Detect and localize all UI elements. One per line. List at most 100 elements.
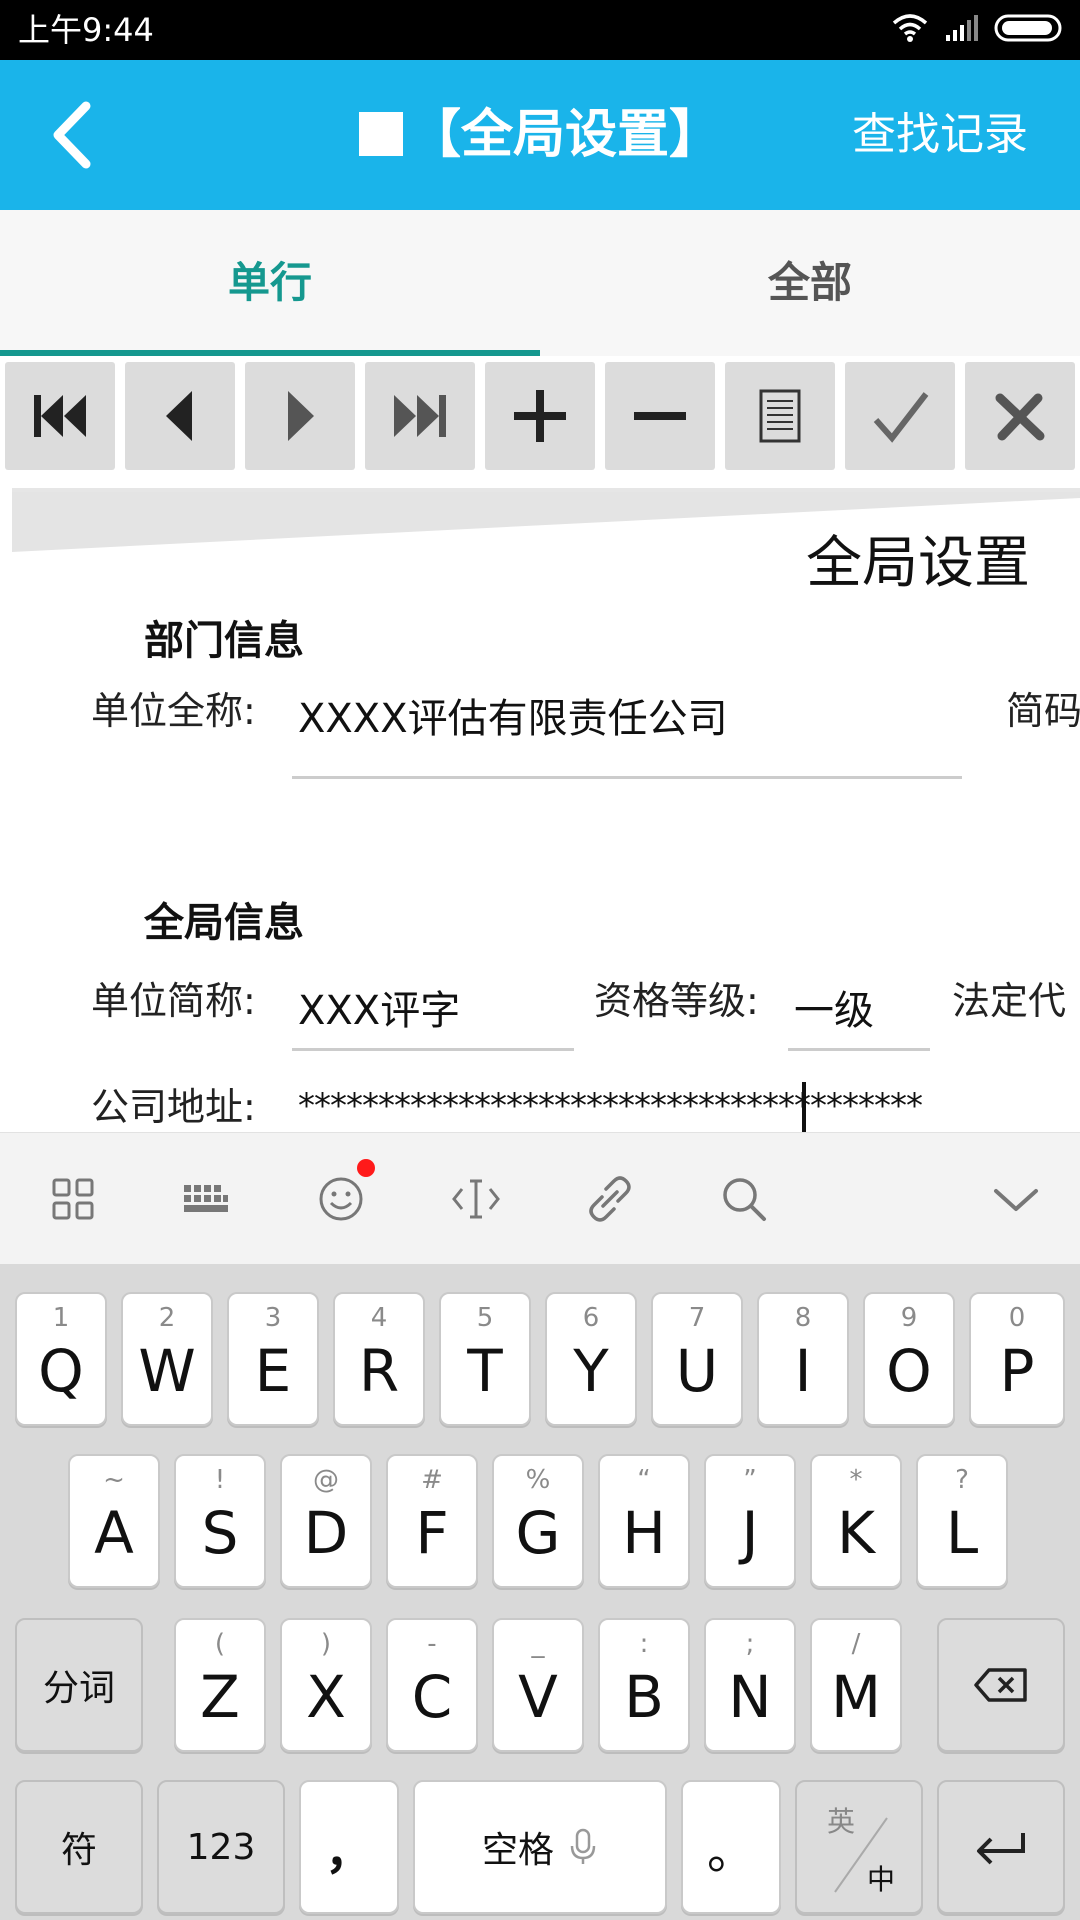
plus-icon bbox=[514, 390, 566, 442]
numeric-key[interactable]: 123 bbox=[157, 1780, 285, 1914]
key-l[interactable]: ? L bbox=[916, 1454, 1008, 1588]
add-record-button[interactable] bbox=[485, 362, 595, 470]
section-dept-info: 部门信息 bbox=[144, 618, 304, 664]
confirm-button[interactable] bbox=[845, 362, 955, 470]
key-hint: : bbox=[639, 1629, 649, 1659]
first-record-button[interactable] bbox=[5, 362, 115, 470]
key-b[interactable]: :B bbox=[598, 1618, 690, 1752]
key-g[interactable]: % G bbox=[492, 1454, 584, 1588]
key-i[interactable]: 8I bbox=[757, 1292, 849, 1426]
key-n[interactable]: ; N bbox=[704, 1618, 796, 1752]
last-record-button[interactable] bbox=[365, 362, 475, 470]
space-key-content: 空格 bbox=[415, 1782, 665, 1912]
key-t[interactable]: 5T bbox=[439, 1292, 531, 1426]
collapse-icon bbox=[994, 1189, 1038, 1211]
key-label: 123 bbox=[186, 1826, 256, 1868]
key-hint: 1 bbox=[52, 1303, 70, 1333]
key-y[interactable]: 6Y bbox=[545, 1292, 637, 1426]
key-label: W bbox=[138, 1337, 196, 1405]
language-toggle-key[interactable]: 英 中 bbox=[795, 1780, 923, 1914]
key-label: V bbox=[518, 1663, 558, 1731]
tab-bar: 单行 全部 bbox=[0, 210, 1080, 356]
address-field[interactable]: *************************************** bbox=[298, 1086, 923, 1126]
key-hint: ! bbox=[214, 1465, 226, 1495]
key-label: D bbox=[303, 1499, 349, 1567]
unit-short-field[interactable]: XXX评字 bbox=[298, 978, 460, 1036]
collapse-keyboard-button[interactable] bbox=[988, 1171, 1044, 1227]
key-hint: ” bbox=[743, 1465, 757, 1495]
key-r[interactable]: 4R bbox=[333, 1292, 425, 1426]
record-toolbar bbox=[0, 356, 1080, 472]
cancel-button[interactable] bbox=[965, 362, 1075, 470]
backspace-key[interactable] bbox=[937, 1618, 1065, 1752]
link-icon bbox=[589, 1176, 631, 1222]
document-icon bbox=[759, 389, 801, 443]
key-o[interactable]: 9O bbox=[863, 1292, 955, 1426]
emoji-button[interactable] bbox=[313, 1159, 375, 1227]
unit-fullname-field[interactable]: XXXX评估有限责任公司 bbox=[298, 686, 728, 744]
tab-all[interactable]: 全部 bbox=[540, 210, 1080, 356]
key-x[interactable]: ) X bbox=[280, 1618, 372, 1752]
comma-key[interactable]: ， bbox=[299, 1780, 399, 1914]
key-hint: ; bbox=[745, 1629, 755, 1659]
segment-key[interactable]: 分词 bbox=[15, 1618, 143, 1752]
delete-record-button[interactable] bbox=[605, 362, 715, 470]
search-icon bbox=[723, 1178, 766, 1221]
key-u[interactable]: 7U bbox=[651, 1292, 743, 1426]
detail-button[interactable] bbox=[725, 362, 835, 470]
grid-button[interactable] bbox=[45, 1171, 101, 1227]
search-button[interactable] bbox=[716, 1171, 772, 1227]
key-s[interactable]: ! S bbox=[174, 1454, 266, 1588]
grid-icon bbox=[52, 1178, 94, 1220]
form-panel: 全局设置 部门信息 单位全称: XXXX评估有限责任公司 简码 全局信息 单位简… bbox=[12, 488, 1080, 1132]
page-title-text: 【全局设置】 bbox=[408, 105, 721, 165]
key-label: F bbox=[415, 1499, 449, 1567]
key-w[interactable]: 2W bbox=[121, 1292, 213, 1426]
prev-record-button[interactable] bbox=[125, 362, 235, 470]
link-button[interactable] bbox=[582, 1171, 638, 1227]
key-hint: 6 bbox=[582, 1303, 600, 1333]
wifi-icon bbox=[890, 13, 930, 47]
tab-single[interactable]: 单行 bbox=[0, 210, 540, 356]
qualification-field[interactable]: 一级 bbox=[794, 978, 874, 1036]
key-label: G bbox=[515, 1499, 561, 1567]
key-label: N bbox=[728, 1663, 772, 1731]
key-hint: 4 bbox=[370, 1303, 388, 1333]
back-button[interactable] bbox=[40, 98, 110, 172]
key-a[interactable]: ~ A bbox=[68, 1454, 160, 1588]
key-h[interactable]: “H bbox=[598, 1454, 690, 1588]
key-hint: 2 bbox=[158, 1303, 176, 1333]
next-record-button[interactable] bbox=[245, 362, 355, 470]
key-f[interactable]: # F bbox=[386, 1454, 478, 1588]
key-label: P bbox=[999, 1337, 1035, 1405]
qualification-label: 资格等级: bbox=[594, 979, 759, 1023]
symbol-key[interactable]: 符 bbox=[15, 1780, 143, 1914]
key-p[interactable]: 0P bbox=[969, 1292, 1065, 1426]
key-d[interactable]: @ D bbox=[280, 1454, 372, 1588]
key-label: A bbox=[94, 1499, 134, 1567]
key-k[interactable]: * K bbox=[810, 1454, 902, 1588]
key-label: M bbox=[830, 1663, 882, 1731]
space-key[interactable]: 空格 bbox=[413, 1780, 667, 1914]
key-v[interactable]: _ V bbox=[492, 1618, 584, 1752]
key-z[interactable]: (Z bbox=[174, 1618, 266, 1752]
key-m[interactable]: / M bbox=[810, 1618, 902, 1752]
key-q[interactable]: 1Q bbox=[15, 1292, 107, 1426]
notification-dot bbox=[357, 1159, 375, 1177]
unit-fullname-underline bbox=[292, 776, 962, 779]
key-j[interactable]: ” J bbox=[704, 1454, 796, 1588]
find-records-button[interactable]: 查找记录 bbox=[852, 60, 1028, 210]
key-hint: _ bbox=[531, 1629, 545, 1659]
key-c[interactable]: -C bbox=[386, 1618, 478, 1752]
period-key[interactable]: 。 bbox=[681, 1780, 781, 1914]
unit-short-label: 单位简称: bbox=[91, 979, 256, 1023]
text-cursor bbox=[802, 1082, 806, 1132]
keyboard-switch-button[interactable] bbox=[178, 1171, 234, 1227]
legal-rep-label: 法定代 bbox=[952, 979, 1067, 1023]
cursor-button[interactable] bbox=[448, 1171, 504, 1227]
key-label: 符 bbox=[60, 1830, 97, 1871]
cancel-icon bbox=[995, 393, 1045, 441]
key-e[interactable]: 3E bbox=[227, 1292, 319, 1426]
enter-key[interactable] bbox=[937, 1780, 1065, 1914]
key-label: L bbox=[945, 1499, 979, 1567]
